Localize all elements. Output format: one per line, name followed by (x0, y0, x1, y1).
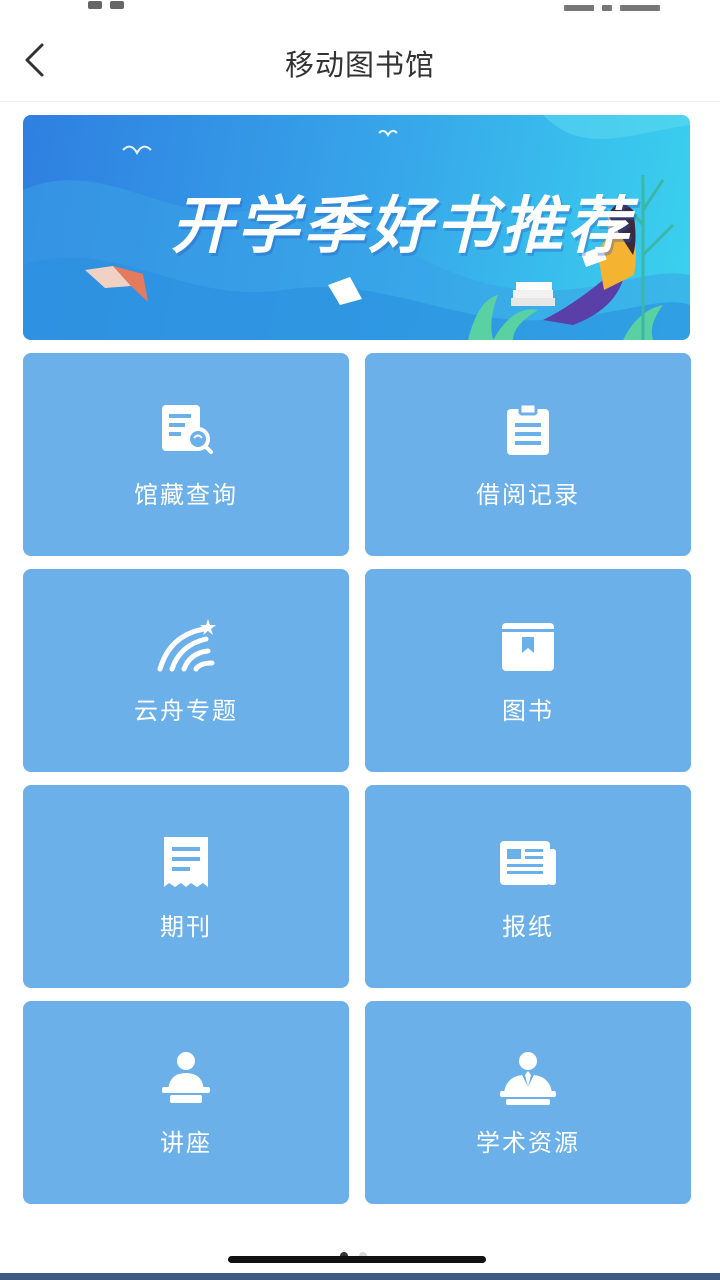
tile-yunzhou-topics[interactable]: 云舟专题 (23, 569, 349, 772)
banner-headline: 开学季好书推荐 (171, 189, 634, 262)
tile-label: 借阅记录 (476, 481, 580, 509)
status-bar (0, 0, 720, 11)
bird-icon (122, 129, 398, 156)
tile-label: 期刊 (160, 913, 212, 941)
clipboard-icon (507, 402, 549, 455)
tile-journals[interactable]: 期刊 (23, 785, 349, 988)
status-bar-left (88, 0, 148, 9)
page-title: 移动图书馆 (284, 48, 435, 82)
status-bar-right (556, 0, 660, 11)
newspaper-icon (500, 841, 556, 885)
tile-academic-resources[interactable]: 学术资源 (365, 1001, 691, 1204)
journal-icon (164, 837, 208, 887)
comet-arc-icon (157, 619, 216, 672)
promo-banner[interactable]: 开学季好书推荐 (23, 115, 690, 340)
tile-lectures[interactable]: 讲座 (23, 1001, 349, 1204)
tile-label: 学术资源 (476, 1129, 580, 1157)
bottom-edge (0, 1273, 720, 1280)
home-indicator[interactable] (228, 1256, 486, 1263)
page-indicator (340, 1245, 373, 1260)
catalog-search-icon (162, 405, 213, 454)
tile-borrow-records[interactable]: 借阅记录 (365, 353, 691, 556)
nav-bar: 移动图书馆 (0, 20, 720, 102)
tile-label: 报纸 (502, 913, 554, 941)
academic-resource-icon (500, 1052, 556, 1105)
lecture-icon (162, 1052, 210, 1103)
tile-label: 馆藏查询 (134, 481, 238, 509)
tile-label: 图书 (502, 697, 554, 725)
tile-label: 讲座 (160, 1129, 212, 1157)
tile-catalog-search[interactable]: 馆藏查询 (23, 353, 349, 556)
tile-books[interactable]: 图书 (365, 569, 691, 772)
tile-label: 云舟专题 (134, 697, 238, 725)
book-icon (502, 623, 554, 671)
tile-newspapers[interactable]: 报纸 (365, 785, 691, 988)
mobile-library-screen: 移动图书馆 开学季好书推荐 馆藏查询 借阅记录 云舟专题 图书 期刊 报纸 讲座… (0, 0, 720, 1280)
